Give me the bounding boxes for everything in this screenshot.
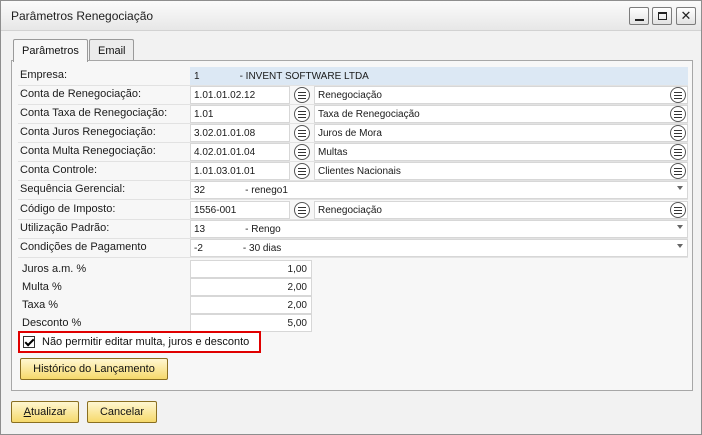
utilizacao-select[interactable]: 13 - Rengo — [190, 220, 688, 238]
imposto-code-input[interactable]: 1556-001 — [190, 201, 290, 219]
sequencia-name: - renego1 — [245, 185, 288, 196]
chevron-down-icon — [677, 225, 683, 229]
multa-label: Multa % — [22, 281, 62, 293]
list-picker-icon[interactable] — [294, 106, 310, 122]
tab-parametros[interactable]: Parâmetros — [13, 39, 88, 62]
condicoes-label: Condições de Pagamento — [20, 241, 147, 253]
conta-controle-desc-input[interactable]: Clientes Nacionais — [314, 162, 688, 180]
title-bar: Parâmetros Renegociação ✕ — [1, 1, 701, 31]
juros-input[interactable]: 1,00 — [190, 260, 312, 278]
maximize-icon — [658, 12, 667, 20]
desconto-row: Desconto % 5,00 — [18, 314, 688, 332]
condicoes-code: -2 — [194, 243, 203, 254]
taxa-input[interactable]: 2,00 — [190, 296, 312, 314]
taxa-row: Taxa % 2,00 — [18, 296, 688, 314]
empresa-code: 1 — [194, 71, 200, 82]
multa-input[interactable]: 2,00 — [190, 278, 312, 296]
condicoes-row: Condições de Pagamento -2 - 30 dias — [18, 239, 688, 258]
chevron-down-icon — [677, 186, 683, 190]
sequencia-label: Sequência Gerencial: — [20, 183, 126, 195]
conta-juros-desc-input[interactable]: Juros de Mora — [314, 124, 688, 142]
condicoes-select[interactable]: -2 - 30 dias — [190, 239, 688, 257]
desconto-label: Desconto % — [22, 317, 82, 329]
empresa-field[interactable]: 1 - INVENT SOFTWARE LTDA — [190, 67, 688, 85]
imposto-row: Código de Imposto: 1556-001 Renegociação — [18, 201, 688, 220]
juros-row: Juros a.m. % 1,00 — [18, 260, 688, 278]
imposto-desc-input[interactable]: Renegociação — [314, 201, 688, 219]
conta-renegociacao-row: Conta de Renegociação: 1.01.01.02.12 Ren… — [18, 86, 688, 105]
list-picker-icon[interactable] — [294, 144, 310, 160]
list-picker-icon[interactable] — [670, 87, 686, 103]
conta-renegociacao-desc-input[interactable]: Renegociação — [314, 86, 688, 104]
list-picker-icon[interactable] — [294, 163, 310, 179]
list-picker-icon[interactable] — [294, 87, 310, 103]
parametros-panel: Empresa: 1 - INVENT SOFTWARE LTDA Conta d… — [11, 60, 693, 391]
chevron-down-icon — [677, 244, 683, 248]
conta-taxa-desc-input[interactable]: Taxa de Renegociação — [314, 105, 688, 123]
list-picker-icon[interactable] — [670, 163, 686, 179]
atualizar-button[interactable]: Atualizar — [11, 401, 79, 423]
juros-label: Juros a.m. % — [22, 263, 87, 275]
nao-permitir-editar-label: Não permitir editar multa, juros e desco… — [42, 336, 250, 348]
minimize-button[interactable] — [629, 7, 649, 25]
nao-permitir-editar-checkbox-area[interactable]: Não permitir editar multa, juros e desco… — [18, 331, 261, 353]
window-title: Parâmetros Renegociação — [11, 9, 154, 23]
utilizacao-label: Utilização Padrão: — [20, 222, 110, 234]
conta-controle-label: Conta Controle: — [20, 164, 98, 176]
conta-renegociacao-label: Conta de Renegociação: — [20, 88, 142, 100]
historico-lancamento-button[interactable]: Histórico do Lançamento — [20, 358, 168, 380]
tab-email[interactable]: Email — [89, 39, 134, 61]
list-picker-icon[interactable] — [294, 202, 310, 218]
list-picker-icon[interactable] — [294, 125, 310, 141]
list-picker-icon[interactable] — [670, 202, 686, 218]
minimize-icon — [635, 19, 644, 21]
conta-juros-code-input[interactable]: 3.02.01.01.08 — [190, 124, 290, 142]
utilizacao-name: - Rengo — [245, 224, 281, 235]
atualizar-mnemonic: A — [23, 406, 31, 418]
nao-permitir-editar-checkbox[interactable] — [23, 336, 35, 348]
conta-multa-label: Conta Multa Renegociação: — [20, 145, 156, 157]
desconto-input[interactable]: 5,00 — [190, 314, 312, 332]
conta-multa-desc-input[interactable]: Multas — [314, 143, 688, 161]
close-button[interactable]: ✕ — [676, 7, 696, 25]
conta-taxa-label: Conta Taxa de Renegociação: — [20, 107, 168, 119]
parametros-renegociacao-window: Parâmetros Renegociação ✕ Parâmetros Ema… — [0, 0, 702, 435]
conta-controle-row: Conta Controle: 1.01.03.01.01 Clientes N… — [18, 162, 688, 181]
cancelar-button[interactable]: Cancelar — [87, 401, 157, 423]
list-picker-icon[interactable] — [670, 144, 686, 160]
empresa-label: Empresa: — [20, 69, 68, 81]
conta-multa-code-input[interactable]: 4.02.01.01.04 — [190, 143, 290, 161]
multa-row: Multa % 2,00 — [18, 278, 688, 296]
maximize-button[interactable] — [652, 7, 672, 25]
condicoes-name: - 30 dias — [242, 243, 282, 254]
sequencia-select[interactable]: 32 - renego1 — [190, 181, 688, 199]
conta-controle-code-input[interactable]: 1.01.03.01.01 — [190, 162, 290, 180]
atualizar-label: tualizar — [30, 406, 67, 418]
conta-multa-row: Conta Multa Renegociação: 4.02.01.01.04 … — [18, 143, 688, 162]
sequencia-code: 32 — [194, 185, 206, 196]
list-picker-icon[interactable] — [670, 125, 686, 141]
conta-juros-label: Conta Juros Renegociação: — [20, 126, 156, 138]
close-icon: ✕ — [680, 8, 692, 23]
conta-juros-row: Conta Juros Renegociação: 3.02.01.01.08 … — [18, 124, 688, 143]
taxa-label: Taxa % — [22, 299, 59, 311]
conta-taxa-code-input[interactable]: 1.01 — [190, 105, 290, 123]
empresa-name: - INVENT SOFTWARE LTDA — [239, 71, 369, 82]
empresa-row: Empresa: 1 - INVENT SOFTWARE LTDA — [18, 67, 688, 86]
conta-renegociacao-code-input[interactable]: 1.01.01.02.12 — [190, 86, 290, 104]
utilizacao-row: Utilização Padrão: 13 - Rengo — [18, 220, 688, 239]
list-picker-icon[interactable] — [670, 106, 686, 122]
imposto-label: Código de Imposto: — [20, 203, 116, 215]
conta-taxa-row: Conta Taxa de Renegociação: 1.01 Taxa de… — [18, 105, 688, 124]
utilizacao-code: 13 — [194, 224, 206, 235]
sequencia-row: Sequência Gerencial: 32 - renego1 — [18, 181, 688, 200]
